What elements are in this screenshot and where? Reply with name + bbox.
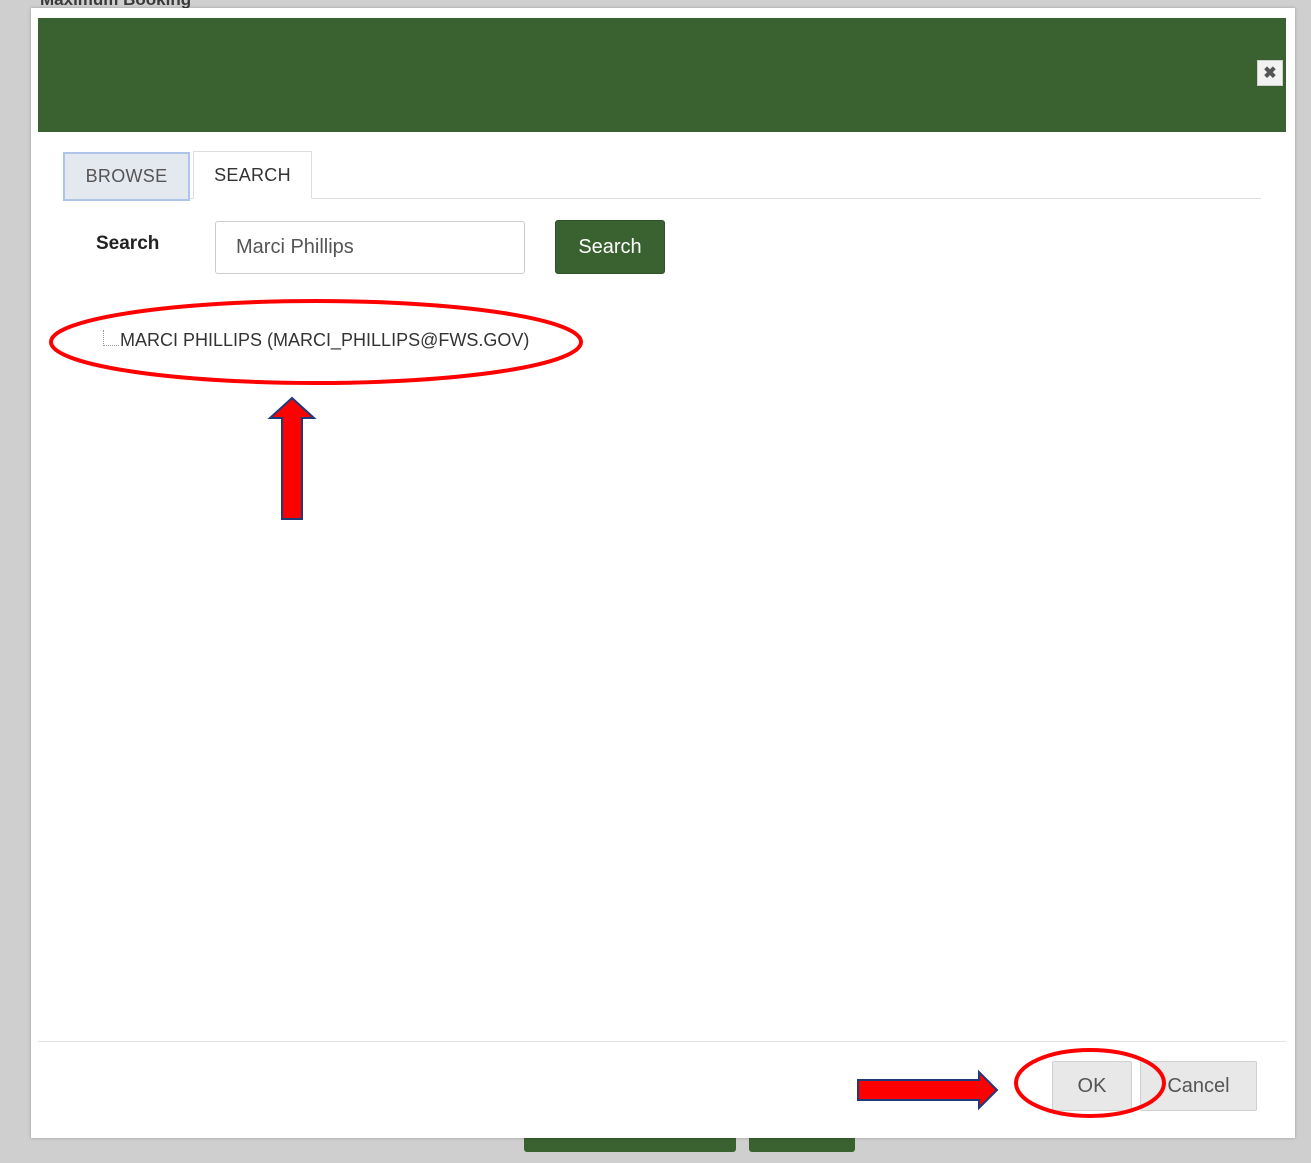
tab-browse[interactable]: BROWSE [63, 152, 190, 201]
user-picker-dialog: ✖ BROWSE SEARCH Search Search MARCI PHIL… [31, 8, 1295, 1138]
ok-button[interactable]: OK [1052, 1061, 1132, 1111]
close-button[interactable]: ✖ [1257, 60, 1283, 86]
cancel-button[interactable]: Cancel [1140, 1061, 1257, 1111]
tab-search[interactable]: SEARCH [193, 151, 312, 199]
tree-connector-icon [103, 329, 119, 346]
footer-divider [38, 1041, 1286, 1042]
search-button[interactable]: Search [555, 220, 665, 274]
result-tree-item[interactable]: MARCI PHILLIPS (MARCI_PHILLIPS@FWS.GOV) [103, 329, 530, 351]
result-label: MARCI PHILLIPS (MARCI_PHILLIPS@FWS.GOV) [120, 330, 530, 350]
close-icon: ✖ [1263, 65, 1277, 82]
tab-bar: BROWSE SEARCH [63, 151, 1261, 201]
dialog-header: ✖ [38, 18, 1286, 132]
search-label: Search [96, 233, 160, 254]
search-input[interactable] [215, 221, 525, 274]
